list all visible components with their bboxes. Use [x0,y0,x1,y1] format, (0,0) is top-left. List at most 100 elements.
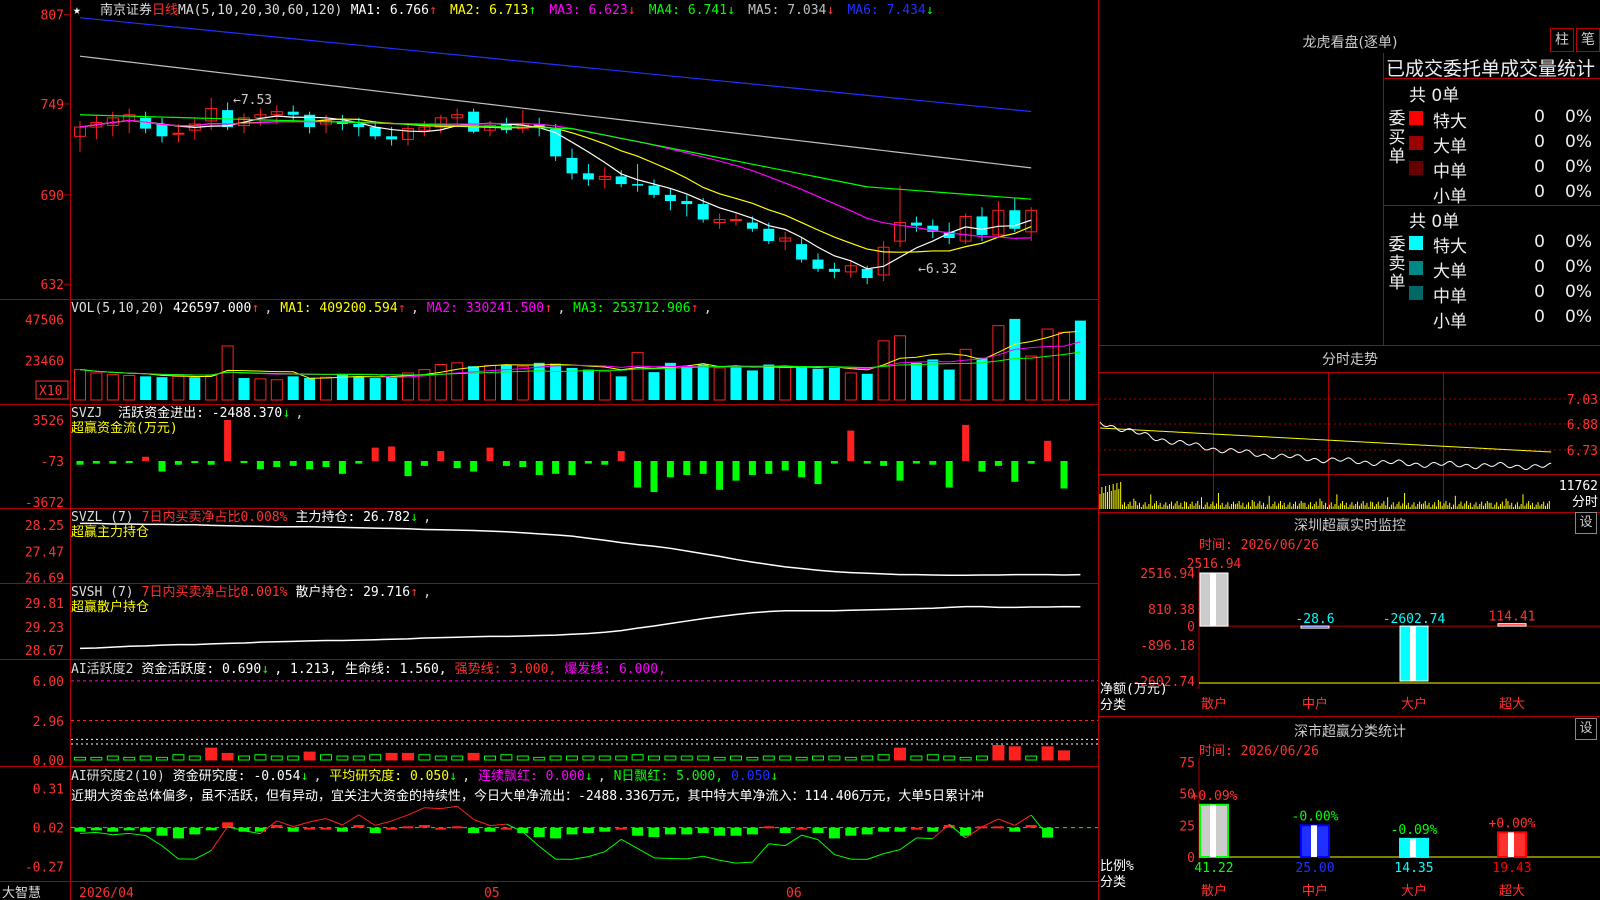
svzj-bar [1027,461,1035,464]
volume-bar-up [254,378,267,401]
classify-ylabel: 比例% [1100,859,1134,874]
ai-active-bar [303,751,316,761]
classify-category: 大户 [1401,883,1427,899]
candle-up [730,219,742,222]
ma-arrow: ↑ [429,3,437,18]
candle-down [763,228,775,242]
x-label: 2026/04 [79,886,134,900]
candle-down [566,157,578,174]
tick-view-button[interactable]: 笔 [1576,28,1600,52]
ai-research-bar [763,826,775,829]
intraday-ytick: 6.73 [1567,444,1598,459]
volume-bar-up [1058,331,1070,401]
ai-research-bar [386,827,398,830]
arr: ↓ [301,769,309,784]
ai-research-bar [566,827,578,835]
ai-active-bar [352,755,365,761]
research-line-seg [129,832,146,836]
research-line-seg [637,848,655,859]
volume-bar-down [927,359,939,400]
candle-down [746,222,758,229]
price-ytick: 632 [41,278,64,293]
monitor-category: 中户 [1302,696,1328,712]
candle-down [910,222,922,226]
ai-active-bar [320,754,332,761]
bar-view-button[interactable]: 柱 [1550,28,1574,52]
research-line-seg [784,834,802,847]
ma-value: MA3: 6.623 [549,3,627,18]
ai-active-bar [402,752,414,761]
svzj-bar [1060,461,1068,489]
ai-active-bar [90,756,103,761]
ai-active-bar [959,756,972,761]
classify-settings-button[interactable]: 设 [1575,718,1597,740]
research-line-seg [703,855,720,861]
ma-arrow: ↑ [529,3,537,18]
svsh-subtitle: 超赢散户持仓 [71,599,149,615]
volume-bar-up [106,374,119,401]
svzj-bar [748,461,756,475]
ai-research-bar [172,827,184,839]
svsh-line [79,605,1081,650]
x-label: 06 [786,886,802,900]
ai-active-bar [795,756,808,761]
volume-bar-up [894,335,906,401]
ai-research-bar [304,827,316,830]
ai-active-bar [926,754,939,761]
research-line-seg [424,807,441,810]
sep: , [557,301,565,316]
sep: , [462,769,470,784]
ai-active-bar [516,755,529,761]
svzj-arrow: ↓ [282,406,290,421]
research-line-seg [801,834,819,841]
research-line-seg [407,807,425,816]
candle-down [615,176,627,185]
ai-active-bar [270,755,283,761]
bar-shine [1210,573,1216,627]
ai-research-bar [336,827,348,832]
svzj-bar [174,461,182,465]
svzj-ytick: -3672 [25,496,64,511]
monitor-title: 深圳超赢实时监控 [1294,518,1406,534]
svzj-bar [388,446,396,461]
ai-active-ytick: 2.96 [33,715,64,730]
intraday-ytick: 6.88 [1567,418,1598,433]
monitor-ytick: 810.38 [1148,603,1195,618]
vol-arrow: ↑ [691,301,699,316]
ai-research-bar [927,827,939,832]
ma-value: MA1: 6.766 [351,3,429,18]
research-line-seg [391,814,409,822]
ai-research-bar [500,827,512,830]
ai-active-bar [434,755,447,761]
svsh-ytick: 29.23 [25,621,64,636]
candle-down [353,124,365,128]
ai-active-bar [877,754,890,761]
volume-bar-down [828,367,840,400]
ai-active-bar [762,755,775,761]
intraday-chart [1099,398,1600,509]
svzj-bar [420,461,428,466]
classify-value: 25.00 [1295,861,1334,876]
ai-active-bar [1058,750,1070,761]
candle-down [648,185,660,195]
research-line-seg [686,855,704,860]
ai-research-bar [632,827,644,836]
research-line-seg [735,861,753,864]
ai-active-panel [71,680,1098,761]
sell-total: 共 0单 [1409,212,1460,232]
text-layer: 807 749 690 632 ←7.53 ←6.32 47506 23460 X10 3526 -… [2,2,1598,900]
monitor-settings-button[interactable]: 设 [1575,512,1597,534]
svsh-arrow: ↑ [410,585,418,600]
ma-value: MA4: 6.741 [649,3,727,18]
volume-bar-up [270,379,283,401]
ai-research-bar [1025,824,1037,828]
ai-research-bar [140,827,152,832]
research-comment: 近期大资金总体偏多，虽不活跃，但有异动，宜关注大资金的持续性，今日大单净流出：-… [71,788,984,804]
row-value: 0 [1534,157,1545,177]
ma-arrow: ↓ [628,3,636,18]
ma-indicator: MA(5,10,20,30,60,120) [178,3,342,18]
ai-research-bar [271,824,283,828]
sep: , [314,769,322,784]
ai-active-bar [779,755,792,761]
volume-unit: X10 [39,384,62,399]
